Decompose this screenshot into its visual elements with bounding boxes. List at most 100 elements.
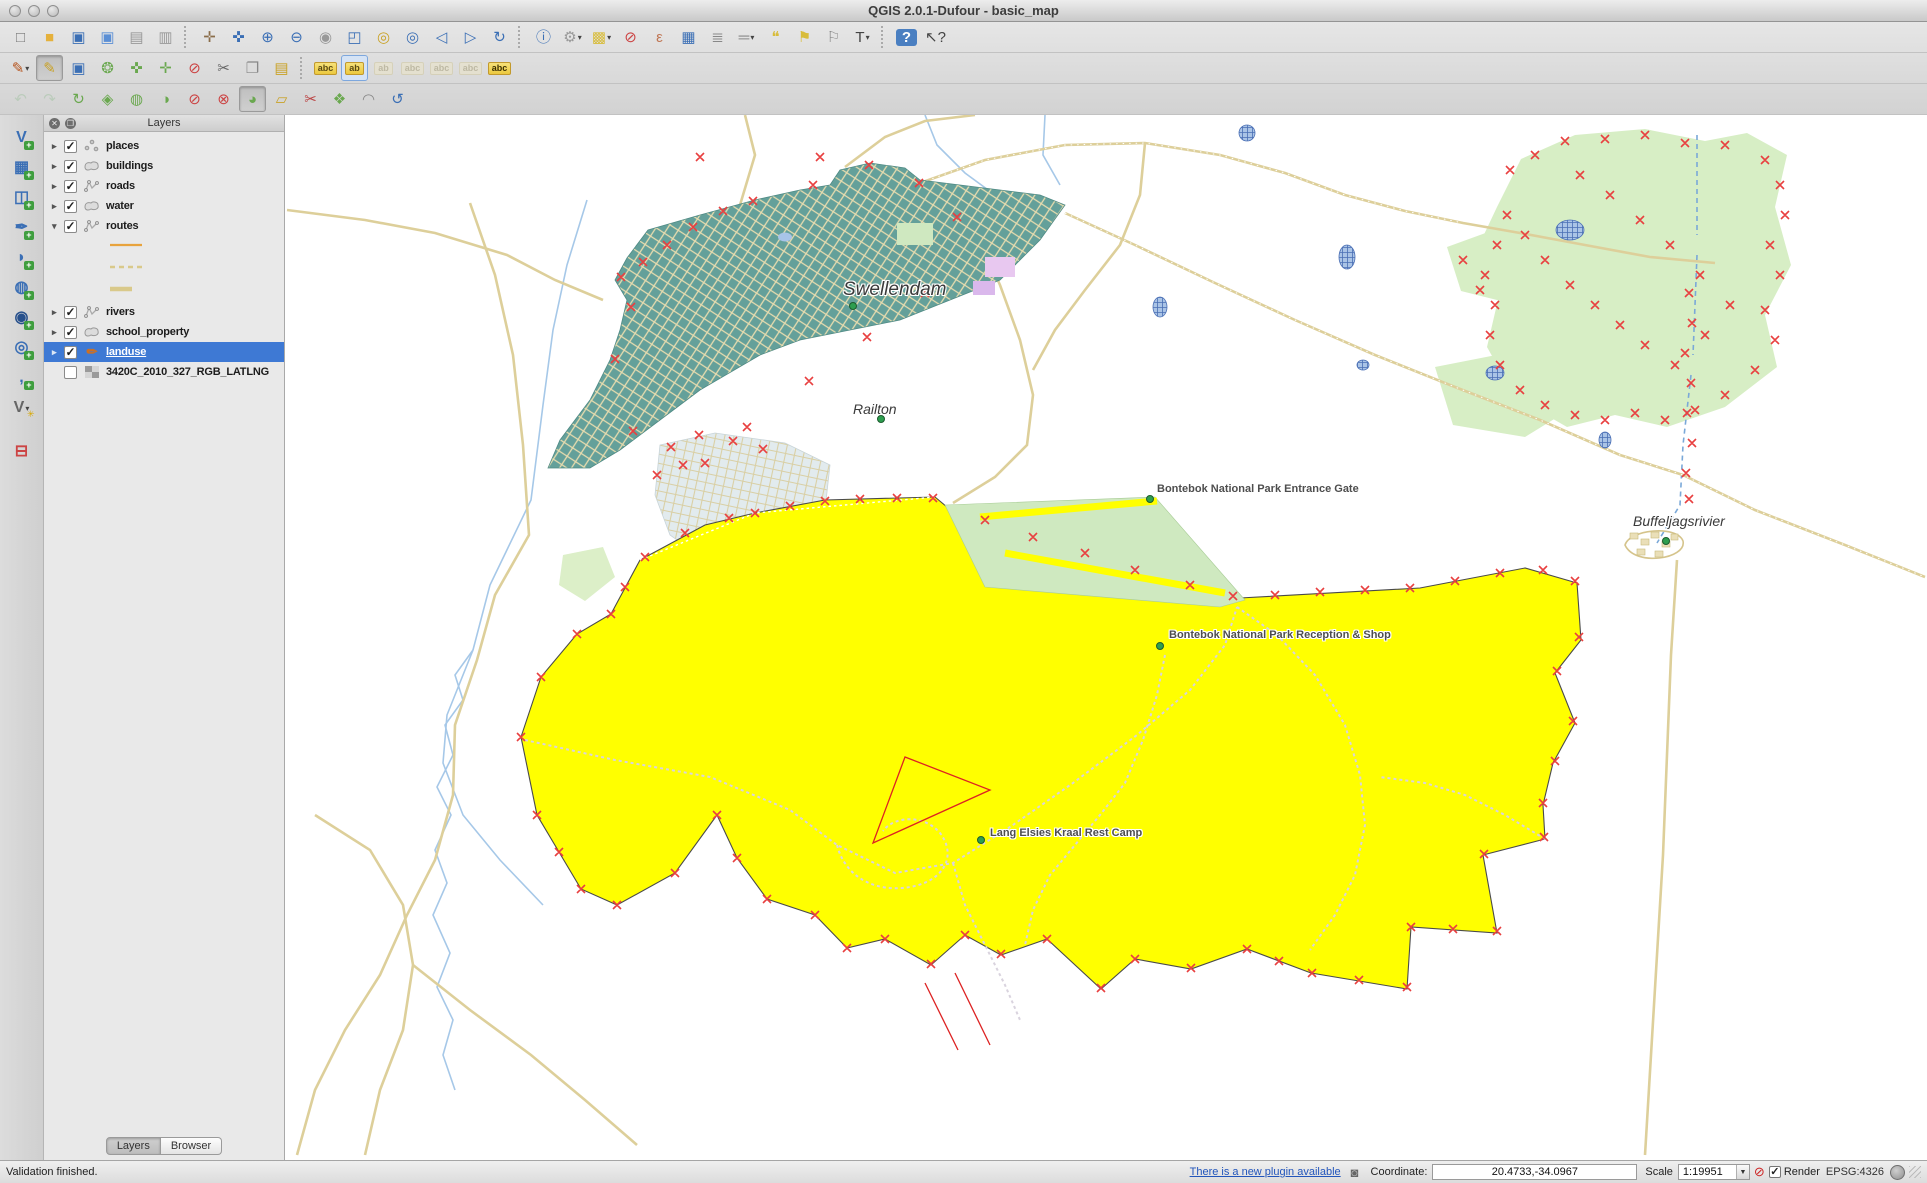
expander-icon[interactable]: ▸ bbox=[52, 201, 64, 212]
add-part-button[interactable]: ◑ bbox=[152, 86, 179, 112]
layer-item-rivers[interactable]: ▸✓rivers bbox=[44, 302, 284, 322]
layer-item-places[interactable]: ▸✓places bbox=[44, 136, 284, 156]
delete-selected-button[interactable]: ⊘ bbox=[181, 55, 208, 81]
layer-item-landuse[interactable]: ▸✓✏landuse bbox=[44, 342, 284, 362]
layer-visibility-checkbox[interactable]: ✓ bbox=[64, 180, 77, 193]
pin-unpin-labels-button[interactable]: ab bbox=[341, 55, 368, 81]
reshape-features-button[interactable]: ▱ bbox=[268, 86, 295, 112]
paste-features-button[interactable]: ▤ bbox=[268, 55, 295, 81]
fill-ring-button[interactable]: ◕ bbox=[239, 86, 266, 112]
add-raster-layer-button[interactable]: ▦ bbox=[7, 155, 37, 181]
pan-to-selection-button[interactable]: ✜ bbox=[225, 24, 252, 50]
help-button[interactable]: ? bbox=[893, 24, 920, 50]
layer-visibility-checkbox[interactable]: ✓ bbox=[64, 220, 77, 233]
new-plugin-link[interactable]: There is a new plugin available bbox=[1190, 1166, 1341, 1178]
move-label-button[interactable]: abc bbox=[399, 55, 426, 81]
redo-button[interactable]: ↷ bbox=[36, 86, 63, 112]
panel-tab-browser[interactable]: Browser bbox=[161, 1137, 222, 1155]
panel-tab-layers[interactable]: Layers bbox=[106, 1137, 161, 1155]
zoom-in-button[interactable]: ⊕ bbox=[254, 24, 281, 50]
layer-visibility-checkbox[interactable] bbox=[64, 366, 77, 379]
delete-part-button[interactable]: ⊗ bbox=[210, 86, 237, 112]
cut-features-button[interactable]: ✂ bbox=[210, 55, 237, 81]
whats-this-button[interactable]: ↖? bbox=[922, 24, 949, 50]
open-attribute-table-button[interactable]: ▦ bbox=[675, 24, 702, 50]
add-delimited-text-layer-button[interactable]: , bbox=[7, 365, 37, 391]
layer-visibility-checkbox[interactable]: ✓ bbox=[64, 200, 77, 213]
layer-visibility-checkbox[interactable]: ✓ bbox=[64, 346, 77, 359]
delete-ring-button[interactable]: ⊘ bbox=[181, 86, 208, 112]
add-vector-layer-button[interactable]: V bbox=[7, 125, 37, 151]
add-postgis-layer-button[interactable]: ◫ bbox=[7, 185, 37, 211]
show-bookmarks-button[interactable]: ⚐ bbox=[820, 24, 847, 50]
text-annotation-button[interactable]: T▾ bbox=[849, 24, 876, 50]
new-bookmark-button[interactable]: ⚑ bbox=[791, 24, 818, 50]
close-window-button[interactable] bbox=[9, 5, 21, 17]
merge-features-button[interactable]: ❖ bbox=[326, 86, 353, 112]
zoom-window-button[interactable] bbox=[47, 5, 59, 17]
add-oracle-layer-button[interactable]: ◗ bbox=[7, 245, 37, 271]
toggle-editing-button[interactable]: ✎ bbox=[36, 55, 63, 81]
copy-features-button[interactable]: ❐ bbox=[239, 55, 266, 81]
map-refresh-button[interactable]: ↻ bbox=[486, 24, 513, 50]
offset-curve-button[interactable]: ◠ bbox=[355, 86, 382, 112]
expander-icon[interactable]: ▸ bbox=[52, 181, 64, 192]
map-canvas[interactable]: SwellendamRailtonBontebok National Park … bbox=[285, 115, 1927, 1160]
identify-features-button[interactable]: ⓘ bbox=[530, 24, 557, 50]
expander-icon[interactable]: ▸ bbox=[52, 161, 64, 172]
rotate-point-symbols-button[interactable]: ↺ bbox=[384, 86, 411, 112]
save-project-button[interactable]: ▣ bbox=[65, 24, 92, 50]
layer-visibility-checkbox[interactable]: ✓ bbox=[64, 140, 77, 153]
new-project-button[interactable]: □ bbox=[7, 24, 34, 50]
map-tips-button[interactable]: ❝ bbox=[762, 24, 789, 50]
rotate-feature-button[interactable]: ↻ bbox=[65, 86, 92, 112]
layer-visibility-checkbox[interactable]: ✓ bbox=[64, 326, 77, 339]
layer-item-3420C_2010_327_RGB_LATLNG[interactable]: 3420C_2010_327_RGB_LATLNG bbox=[44, 362, 284, 382]
stop-render-icon[interactable]: ⊘ bbox=[1754, 1164, 1765, 1180]
zoom-last-button[interactable]: ◁ bbox=[428, 24, 455, 50]
add-ring-button[interactable]: ◍ bbox=[123, 86, 150, 112]
save-layer-edits-button[interactable]: ▣ bbox=[65, 55, 92, 81]
expander-icon[interactable]: ▸ bbox=[52, 347, 64, 358]
deselect-features-button[interactable]: ⊘ bbox=[617, 24, 644, 50]
highlight-pinned-labels-button[interactable]: ab bbox=[370, 55, 397, 81]
change-label-button[interactable]: abc bbox=[457, 55, 484, 81]
node-tool-button[interactable]: ✛ bbox=[152, 55, 179, 81]
rotate-label-button[interactable]: abc bbox=[428, 55, 455, 81]
add-wfs-layer-button[interactable]: ◎ bbox=[7, 335, 37, 361]
add-wms-layer-button[interactable]: ◍ bbox=[7, 275, 37, 301]
simplify-feature-button[interactable]: ◈ bbox=[94, 86, 121, 112]
layer-visibility-checkbox[interactable]: ✓ bbox=[64, 160, 77, 173]
layer-item-water[interactable]: ▸✓water bbox=[44, 196, 284, 216]
pan-map-button[interactable]: ✛ bbox=[196, 24, 223, 50]
layer-item-school_property[interactable]: ▸✓school_property bbox=[44, 322, 284, 342]
run-feature-action-button[interactable]: ⚙▾ bbox=[559, 24, 586, 50]
render-checkbox[interactable]: ✓ bbox=[1769, 1166, 1781, 1178]
current-edits-button[interactable]: ✎▾ bbox=[7, 55, 34, 81]
plugin-icon[interactable]: ◙ bbox=[1351, 1165, 1359, 1180]
save-project-as-button[interactable]: ▣ bbox=[94, 24, 121, 50]
scale-combo[interactable]: 1:19951 ▼ bbox=[1678, 1164, 1750, 1180]
expander-icon[interactable]: ▸ bbox=[52, 307, 64, 318]
zoom-full-button[interactable]: ◰ bbox=[341, 24, 368, 50]
undo-button[interactable]: ↶ bbox=[7, 86, 34, 112]
field-calculator-button[interactable]: ≣ bbox=[704, 24, 731, 50]
expander-icon[interactable]: ▾ bbox=[52, 221, 64, 232]
label-properties-button[interactable]: abc bbox=[486, 55, 513, 81]
new-print-composer-button[interactable]: ▤ bbox=[123, 24, 150, 50]
composer-manager-button[interactable]: ▥ bbox=[152, 24, 179, 50]
zoom-native-button[interactable]: ◉ bbox=[312, 24, 339, 50]
remove-layer-group-button[interactable]: ⊟ bbox=[7, 439, 37, 465]
zoom-next-button[interactable]: ▷ bbox=[457, 24, 484, 50]
layer-visibility-checkbox[interactable]: ✓ bbox=[64, 306, 77, 319]
select-by-expression-button[interactable]: ε bbox=[646, 24, 673, 50]
crs-status-icon[interactable] bbox=[1890, 1165, 1905, 1180]
zoom-to-selection-button[interactable]: ◎ bbox=[370, 24, 397, 50]
coordinate-input[interactable]: 20.4733,-34.0967 bbox=[1432, 1164, 1637, 1180]
expander-icon[interactable]: ▸ bbox=[52, 327, 64, 338]
zoom-out-button[interactable]: ⊖ bbox=[283, 24, 310, 50]
layer-item-buildings[interactable]: ▸✓buildings bbox=[44, 156, 284, 176]
resize-grip[interactable] bbox=[1909, 1166, 1921, 1178]
add-wcs-layer-button[interactable]: ◉ bbox=[7, 305, 37, 331]
layer-item-routes[interactable]: ▾✓routes bbox=[44, 216, 284, 236]
